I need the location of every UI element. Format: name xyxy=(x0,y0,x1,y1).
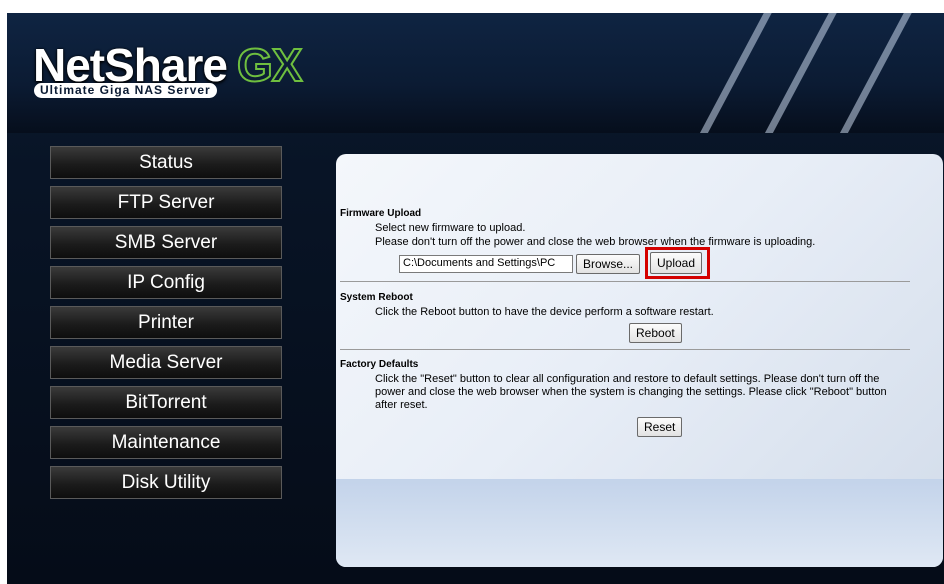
header-stripe xyxy=(685,13,776,133)
nav-item-bittorrent[interactable]: BitTorrent xyxy=(50,386,282,419)
sidebar-nav: Status FTP Server SMB Server IP Config P… xyxy=(50,146,282,506)
nav-item-media-server[interactable]: Media Server xyxy=(50,346,282,379)
nav-item-printer[interactable]: Printer xyxy=(50,306,282,339)
factory-defaults-description: Click the "Reset" button to clear all co… xyxy=(375,373,887,411)
nav-item-maintenance[interactable]: Maintenance xyxy=(50,426,282,459)
divider xyxy=(340,281,910,282)
firmware-upload-instruction: Select new firmware to upload. xyxy=(375,222,526,234)
system-reboot-description: Click the Reboot button to have the devi… xyxy=(375,306,714,318)
reboot-button[interactable]: Reboot xyxy=(629,323,682,343)
header-stripe xyxy=(750,13,841,133)
browse-button[interactable]: Browse... xyxy=(576,254,641,274)
content-panel: Firmware Upload Select new firmware to u… xyxy=(336,154,943,567)
header-stripe xyxy=(825,13,916,133)
nav-item-status[interactable]: Status xyxy=(50,146,282,179)
upload-highlight-box xyxy=(645,247,710,279)
nav-item-disk-utility[interactable]: Disk Utility xyxy=(50,466,282,499)
firmware-file-field[interactable]: C:\Documents and Settings\PC xyxy=(399,255,573,273)
factory-defaults-title: Factory Defaults xyxy=(340,359,419,370)
header-banner: NetShare GX Ultimate Giga NAS Server xyxy=(7,13,944,133)
panel-footer xyxy=(336,479,943,567)
firmware-upload-warning: Please don't turn off the power and clos… xyxy=(375,236,816,248)
firmware-upload-title: Firmware Upload xyxy=(340,208,422,219)
nav-item-ftp-server[interactable]: FTP Server xyxy=(50,186,282,219)
logo-tagline: Ultimate Giga NAS Server xyxy=(34,83,217,98)
nav-item-smb-server[interactable]: SMB Server xyxy=(50,226,282,259)
nav-item-ip-config[interactable]: IP Config xyxy=(50,266,282,299)
app-frame: NetShare GX Ultimate Giga NAS Server Stat… xyxy=(7,13,944,584)
system-reboot-title: System Reboot xyxy=(340,292,413,303)
divider xyxy=(340,349,910,350)
reset-button[interactable]: Reset xyxy=(637,417,683,437)
logo-suffix: GX xyxy=(236,38,303,92)
